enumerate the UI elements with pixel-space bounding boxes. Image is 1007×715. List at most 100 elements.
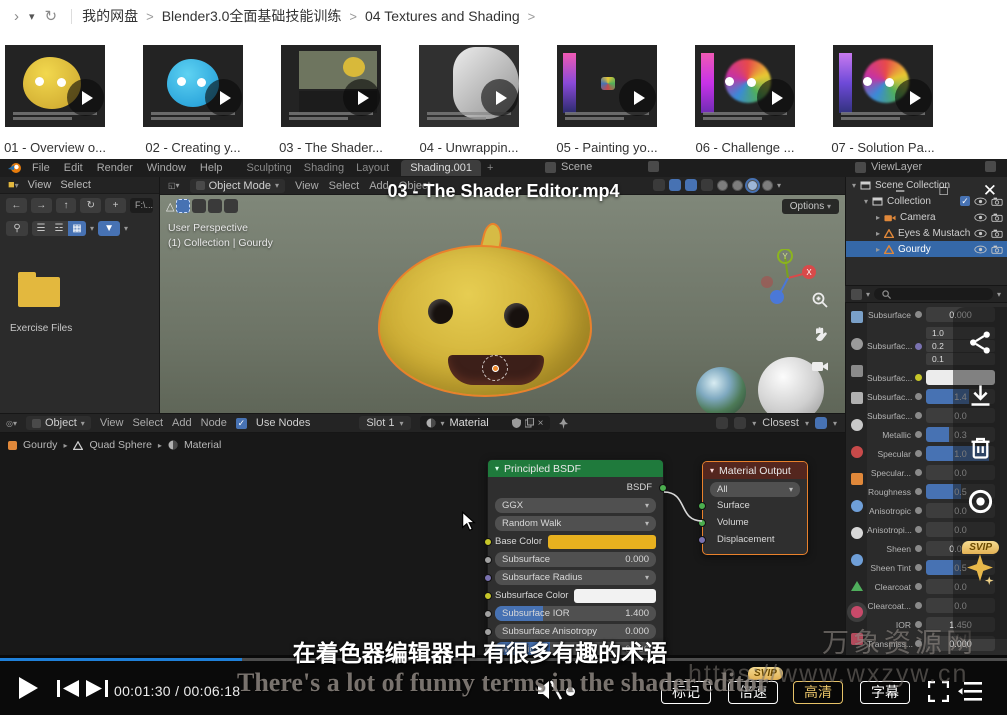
detail-view-button[interactable]: ☲ xyxy=(50,221,68,236)
filter-icon[interactable]: ▼ xyxy=(98,221,120,236)
properties-tab-output-icon[interactable] xyxy=(851,365,863,377)
render-visibility-icon[interactable] xyxy=(991,229,1003,238)
input-socket[interactable] xyxy=(484,574,492,582)
menu-edit[interactable]: Edit xyxy=(64,162,83,174)
properties-tab-object-data-icon[interactable] xyxy=(851,581,863,591)
chevron-down-icon[interactable]: ▾ xyxy=(997,290,1001,299)
play-icon[interactable] xyxy=(895,79,932,116)
thumbnail-image[interactable] xyxy=(5,45,105,127)
menu-file[interactable]: File xyxy=(32,162,50,174)
input-socket[interactable] xyxy=(698,536,706,544)
input-socket[interactable] xyxy=(484,538,492,546)
zoom-tool-icon[interactable] xyxy=(811,291,829,309)
grid-view-button[interactable]: ▦ xyxy=(68,221,86,236)
thumbnail-image[interactable] xyxy=(143,45,243,127)
properties-tab-tool-icon[interactable] xyxy=(851,311,863,323)
bsdf-row-ggx[interactable]: GGX▾ xyxy=(495,498,656,513)
bsdf-row-subsurface-color[interactable]: Subsurface Color xyxy=(495,588,656,603)
scene-selector[interactable]: Scene xyxy=(545,161,592,173)
play-icon[interactable] xyxy=(343,79,380,116)
bsdf-row-base-color[interactable]: Base Color xyxy=(495,534,656,549)
node-menu-view[interactable]: View xyxy=(100,417,124,429)
backdrop-icon[interactable] xyxy=(716,417,728,429)
breadcrumb-my-drive[interactable]: 我的网盘 xyxy=(82,6,138,26)
video-thumbnail-card[interactable]: 03 - The Shader... xyxy=(281,45,381,127)
chevron-down-icon[interactable]: ▾ xyxy=(124,224,128,233)
unlink-icon[interactable]: × xyxy=(538,418,544,429)
video-thumbnail-card[interactable]: 01 - Overview o... xyxy=(5,45,105,127)
bsdf-row-subsurface-ior[interactable]: Subsurface IOR1.400 xyxy=(495,606,656,621)
list-view-button[interactable]: ☰ xyxy=(32,221,50,236)
input-socket[interactable] xyxy=(484,556,492,564)
render-visibility-icon[interactable] xyxy=(991,245,1003,254)
previous-button[interactable] xyxy=(57,680,79,697)
animate-dot[interactable] xyxy=(915,564,922,571)
chevron-down-icon[interactable]: ▾ xyxy=(29,10,35,23)
breadcrumb-course[interactable]: Blender3.0全面基础技能训练 xyxy=(162,6,342,26)
thumbnail-image[interactable] xyxy=(557,45,657,127)
animate-dot[interactable] xyxy=(915,469,922,476)
share-icon[interactable] xyxy=(967,329,994,356)
properties-tab-particles-icon[interactable] xyxy=(851,527,863,539)
add-workspace-button[interactable]: + xyxy=(487,162,493,174)
video-thumbnail-card[interactable]: 05 - Painting yo... xyxy=(557,45,657,127)
value-field[interactable]: Subsurface0.000 xyxy=(495,552,656,567)
play-icon[interactable] xyxy=(205,79,242,116)
exercise-files-folder-icon[interactable] xyxy=(18,277,60,307)
viewlayer-selector[interactable]: ViewLayer xyxy=(855,161,922,173)
pin-icon[interactable] xyxy=(559,418,568,429)
new-viewlayer-icon[interactable] xyxy=(985,161,996,172)
properties-tab-object-icon[interactable] xyxy=(851,473,863,485)
color-swatch[interactable] xyxy=(548,535,656,549)
camera-view-icon[interactable] xyxy=(811,359,829,373)
properties-tab-view-layer-icon[interactable] xyxy=(851,392,863,404)
editor-type-icon[interactable]: ◎▾ xyxy=(6,419,17,428)
eye-icon[interactable] xyxy=(974,213,987,222)
properties-tab-material-icon[interactable] xyxy=(851,606,863,618)
pan-hand-icon[interactable] xyxy=(811,325,829,343)
outliner-row-eyes-mustach[interactable]: ▸Eyes & Mustach xyxy=(846,225,1007,241)
next-button[interactable] xyxy=(86,680,108,697)
animate-dot[interactable] xyxy=(915,526,922,533)
color-swatch[interactable] xyxy=(574,589,656,603)
properties-tab-physics-icon[interactable] xyxy=(851,554,863,566)
animate-dot[interactable] xyxy=(915,507,922,514)
render-visibility-icon[interactable] xyxy=(991,213,1003,222)
play-icon[interactable] xyxy=(619,79,656,116)
snap-mode-dropdown[interactable]: Closest xyxy=(762,417,799,429)
dropdown-field[interactable]: Random Walk▾ xyxy=(495,516,656,531)
animate-dot[interactable] xyxy=(915,311,922,318)
forward-arrow-icon[interactable]: › xyxy=(14,8,19,25)
principled-bsdf-node[interactable]: ▾Principled BSDF BSDF GGX▾Random Walk▾Ba… xyxy=(487,459,664,656)
output-input-displacement[interactable]: Displacement xyxy=(703,531,807,548)
expand-icon[interactable]: ▸ xyxy=(876,229,880,238)
node-menu-node[interactable]: Node xyxy=(201,417,227,429)
outliner-row-camera[interactable]: ▸Camera xyxy=(846,209,1007,225)
node-menu-add[interactable]: Add xyxy=(172,417,192,429)
video-thumbnail-card[interactable]: 02 - Creating y... xyxy=(143,45,243,127)
workspace-tab-shading[interactable]: Shading xyxy=(304,162,344,174)
play-icon[interactable] xyxy=(67,79,104,116)
shader-type-selector[interactable]: Object▾ xyxy=(26,416,91,430)
search-field[interactable] xyxy=(874,288,993,300)
expand-icon[interactable]: ▸ xyxy=(876,245,880,254)
outliner-row-gourdy[interactable]: ▸Gourdy xyxy=(846,241,1007,257)
animate-dot[interactable] xyxy=(915,374,922,381)
close-button[interactable]: ✕ xyxy=(983,182,997,199)
animate-dot[interactable] xyxy=(915,545,922,552)
properties-tab-scene-icon[interactable] xyxy=(851,419,863,431)
play-icon[interactable] xyxy=(481,79,518,116)
node-menu-select[interactable]: Select xyxy=(132,417,163,429)
new-scene-icon[interactable] xyxy=(648,161,659,172)
minimize-button[interactable]: – xyxy=(896,183,904,198)
shader-node-editor[interactable]: Gourdy ▸ Quad Sphere ▸ Material ▾Princip… xyxy=(0,433,845,656)
video-thumbnail-card[interactable]: 07 - Solution Pa... xyxy=(833,45,933,127)
thumbnail-image[interactable] xyxy=(419,45,519,127)
menu-render[interactable]: Render xyxy=(97,162,133,174)
properties-tab-modifier-icon[interactable] xyxy=(851,500,863,512)
animate-dot[interactable] xyxy=(915,602,922,609)
use-nodes-checkbox[interactable]: ✓ xyxy=(236,418,247,429)
material-name-field[interactable]: ▾ Material × xyxy=(420,416,550,430)
menu-window[interactable]: Window xyxy=(147,162,186,174)
dropdown-field[interactable]: Subsurface Radius▾ xyxy=(495,570,656,585)
